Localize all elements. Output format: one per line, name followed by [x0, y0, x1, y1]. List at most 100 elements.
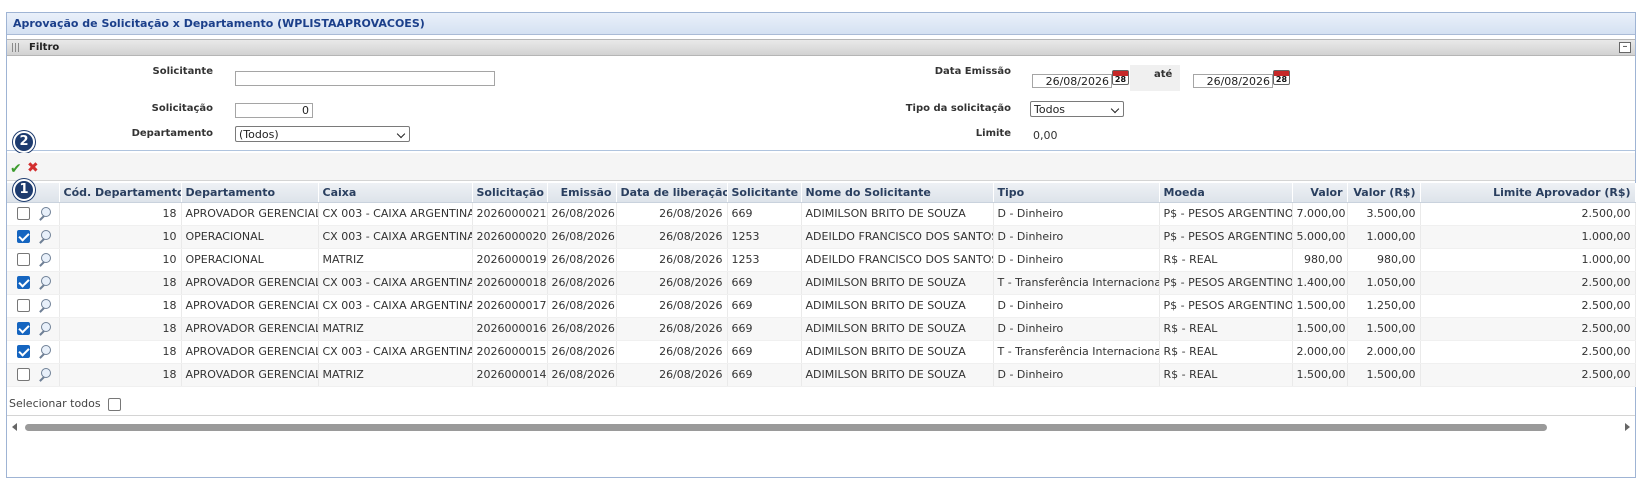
column-header[interactable]: Solicitante: [727, 183, 802, 203]
step-badge-1: 1: [13, 179, 35, 201]
tipo-cell: D - Dinheiro: [993, 248, 1160, 272]
approve-check-icon[interactable]: ✔: [10, 161, 22, 177]
departamento-select[interactable]: (Todos): [235, 126, 410, 142]
solicitacao-cell: 2026000016: [472, 317, 548, 341]
solicitante-cell: 1253: [727, 248, 802, 272]
magnifier-icon[interactable]: [38, 368, 51, 381]
calendar-icon[interactable]: 28: [1273, 70, 1290, 85]
valor-cell: 1.500,00: [1292, 363, 1348, 387]
column-header[interactable]: Data de liberação: [616, 183, 728, 203]
row-checkbox[interactable]: [17, 276, 30, 290]
calendar-icon[interactable]: 28: [1112, 70, 1129, 85]
solicitacao-label: Solicitação: [151, 103, 213, 114]
tipo-select-value: Todos: [1034, 103, 1066, 116]
column-header[interactable]: Emissão: [547, 183, 617, 203]
data-liberacao-cell: 26/08/2026: [616, 202, 728, 226]
column-header[interactable]: Valor: [1292, 183, 1348, 203]
cod-departamento-cell: 18: [59, 294, 182, 318]
scroll-thumb[interactable]: [25, 424, 1547, 431]
row-checkbox[interactable]: [17, 299, 30, 313]
moeda-cell: R$ - REAL: [1159, 363, 1293, 387]
column-header[interactable]: Moeda: [1159, 183, 1293, 203]
magnifier-icon[interactable]: [38, 345, 51, 358]
moeda-cell: P$ - PESOS ARGENTINO: [1159, 202, 1293, 226]
solicitante-cell: 669: [727, 271, 802, 295]
emissao-cell: 26/08/2026: [547, 271, 617, 295]
caixa-cell: CX 003 - CAIXA ARGENTINA: [318, 340, 473, 364]
column-header[interactable]: Cód. Departamento: [59, 183, 182, 203]
valor-rs-cell: 3.500,00: [1347, 202, 1421, 226]
cod-departamento-cell: 10: [59, 225, 182, 249]
table-row: 10 OPERACIONAL MATRIZ 2026000019 26/08/2026 2…: [7, 248, 1636, 272]
row-actions-cell: [7, 363, 60, 387]
window-title: Aprovação de Solicitação x Departamento …: [7, 13, 1635, 35]
horizontal-scrollbar[interactable]: [7, 415, 1635, 437]
magnifier-icon[interactable]: [38, 230, 51, 243]
row-checkbox[interactable]: [17, 207, 30, 221]
tipo-cell: D - Dinheiro: [993, 294, 1160, 318]
tipo-cell: T - Transferência Internacional: [993, 271, 1160, 295]
column-header[interactable]: Caixa: [318, 183, 473, 203]
emissao-cell: 26/08/2026: [547, 202, 617, 226]
moeda-cell: P$ - PESOS ARGENTINO: [1159, 294, 1293, 318]
collapse-button[interactable]: –: [1619, 42, 1631, 53]
cod-departamento-cell: 18: [59, 340, 182, 364]
nome-solicitante-cell: ADIMILSON BRITO DE SOUZA: [801, 317, 994, 341]
column-header[interactable]: Solicitação: [472, 183, 548, 203]
grip-icon: [12, 43, 20, 52]
magnifier-icon[interactable]: [38, 276, 51, 289]
magnifier-icon[interactable]: [38, 322, 51, 335]
solicitacao-cell: 2026000018: [472, 271, 548, 295]
magnifier-icon[interactable]: [38, 253, 51, 266]
caixa-cell: CX 003 - CAIXA ARGENTINA: [318, 225, 473, 249]
table-row: 18 APROVADOR GERENCIAL CX 003 - CAIXA ARGE…: [7, 340, 1636, 364]
magnifier-icon[interactable]: [38, 299, 51, 312]
data-emissao-from-input[interactable]: 26/08/2026: [1032, 74, 1112, 88]
cod-departamento-cell: 18: [59, 317, 182, 341]
limite-aprovador-cell: 1.000,00: [1420, 225, 1636, 249]
tipo-cell: D - Dinheiro: [993, 202, 1160, 226]
row-actions-cell: [7, 202, 60, 226]
column-header[interactable]: Departamento: [181, 183, 319, 203]
row-actions-cell: [7, 340, 60, 364]
valor-rs-cell: 1.250,00: [1347, 294, 1421, 318]
reject-cross-icon[interactable]: ✖: [27, 160, 39, 176]
row-checkbox[interactable]: [17, 253, 30, 267]
cod-departamento-cell: 18: [59, 271, 182, 295]
limite-aprovador-cell: 2.500,00: [1420, 363, 1636, 387]
caixa-cell: CX 003 - CAIXA ARGENTINA: [318, 271, 473, 295]
row-checkbox[interactable]: [17, 368, 30, 382]
solicitacao-input[interactable]: [235, 103, 313, 118]
scroll-right-icon[interactable]: [1625, 423, 1630, 431]
solicitacao-cell: 2026000015: [472, 340, 548, 364]
tipo-solicitacao-select[interactable]: Todos: [1030, 101, 1124, 117]
row-actions-cell: [7, 225, 60, 249]
column-header[interactable]: Limite Aprovador (R$): [1420, 183, 1636, 203]
nome-solicitante-cell: ADIMILSON BRITO DE SOUZA: [801, 363, 994, 387]
column-header[interactable]: Nome do Solicitante: [801, 183, 994, 203]
scroll-left-icon[interactable]: [12, 423, 17, 431]
departamento-cell: OPERACIONAL: [181, 248, 319, 272]
tipo-cell: T - Transferência Internacional: [993, 340, 1160, 364]
row-checkbox[interactable]: [17, 345, 30, 359]
row-checkbox[interactable]: [17, 230, 30, 244]
table-row: 18 APROVADOR GERENCIAL MATRIZ 2026000014 26/…: [7, 363, 1636, 387]
magnifier-icon[interactable]: [38, 207, 51, 220]
row-checkbox[interactable]: [17, 322, 30, 336]
solicitante-input[interactable]: [235, 71, 495, 86]
data-emissao-to-input[interactable]: 26/08/2026: [1193, 74, 1273, 88]
nome-solicitante-cell: ADIMILSON BRITO DE SOUZA: [801, 271, 994, 295]
column-header[interactable]: Valor (R$): [1347, 183, 1421, 203]
emissao-cell: 26/08/2026: [547, 363, 617, 387]
solicitante-cell: 669: [727, 294, 802, 318]
chevron-down-icon: [396, 129, 406, 139]
solicitacao-cell: 2026000020: [472, 225, 548, 249]
data-liberacao-cell: 26/08/2026: [616, 317, 728, 341]
select-all-checkbox[interactable]: [108, 397, 122, 411]
data-liberacao-cell: 26/08/2026: [616, 363, 728, 387]
solicitacao-cell: 2026000019: [472, 248, 548, 272]
data-liberacao-cell: 26/08/2026: [616, 225, 728, 249]
limite-aprovador-cell: 2.500,00: [1420, 271, 1636, 295]
chevron-down-icon: [1110, 104, 1120, 114]
column-header[interactable]: Tipo: [993, 183, 1160, 203]
